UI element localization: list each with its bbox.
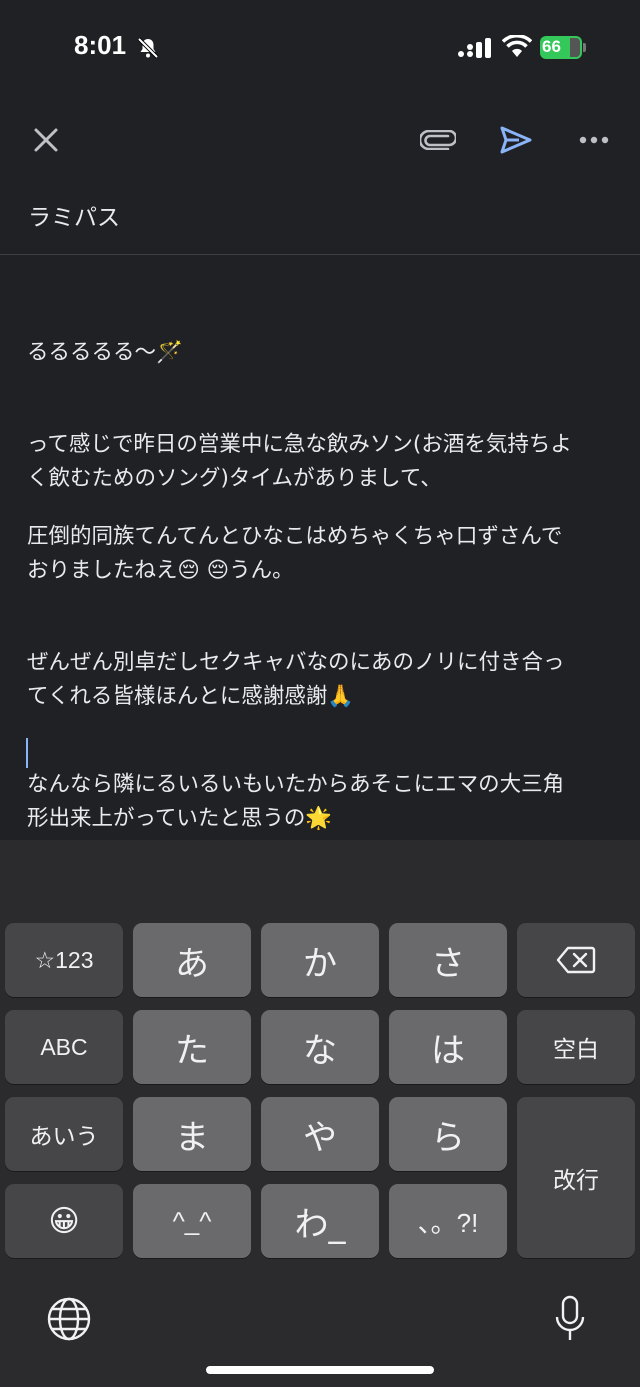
enter-key[interactable]: 改行 xyxy=(517,1097,635,1258)
more-horizontal-icon xyxy=(579,136,609,144)
key-ma[interactable]: ま xyxy=(133,1097,251,1171)
key-ta[interactable]: た xyxy=(133,1010,251,1084)
key-ha[interactable]: は xyxy=(389,1010,507,1084)
battery-level: 66 xyxy=(542,37,561,56)
body-line: く飲むためのソング)タイムがありまして、 xyxy=(27,466,442,491)
body-line: ぜんぜん別卓だしセクキャバなのにあのノリに付き合っ xyxy=(27,650,565,675)
kana-mode-key[interactable]: あいう xyxy=(5,1097,123,1171)
microphone-button[interactable] xyxy=(543,1290,597,1348)
send-icon xyxy=(500,126,532,154)
body-line: 圧倒的同族てんてんとひなこはめちゃくちゃ口ずさんで xyxy=(27,524,563,549)
punctuation-key[interactable]: 、。?! xyxy=(389,1184,507,1258)
battery-indicator: 66 xyxy=(540,36,588,59)
body-line: なんなら隣にるいるいもいたからあそこにエマの大三角 xyxy=(27,772,565,797)
key-ya[interactable]: や xyxy=(261,1097,379,1171)
key-wa[interactable]: わ_ xyxy=(261,1184,379,1258)
key-ra[interactable]: ら xyxy=(389,1097,507,1171)
bell-slash-icon xyxy=(137,37,159,59)
attach-button[interactable] xyxy=(414,100,462,180)
abc-key[interactable]: ABC xyxy=(5,1010,123,1084)
backspace-key[interactable] xyxy=(517,923,635,997)
divider xyxy=(0,254,640,255)
close-button[interactable] xyxy=(22,100,70,180)
body-line: 形出来上がっていたと思うの🌟 xyxy=(27,806,333,831)
paperclip-icon xyxy=(420,130,456,150)
wifi-icon xyxy=(502,35,532,57)
globe-icon xyxy=(47,1297,91,1341)
more-options-button[interactable] xyxy=(570,100,618,180)
microphone-icon xyxy=(555,1295,585,1340)
subject-field[interactable]: ラミパス xyxy=(28,198,120,232)
home-indicator[interactable] xyxy=(206,1366,434,1374)
key-na[interactable]: な xyxy=(261,1010,379,1084)
send-button[interactable] xyxy=(492,100,540,180)
cellular-signal-icon xyxy=(458,38,491,58)
body-line: るるるるる〜🪄 xyxy=(27,340,183,365)
body-line: って感じで昨日の営業中に急な飲みソン(お酒を気持ちよ xyxy=(27,432,572,457)
text-cursor xyxy=(26,738,28,768)
status-time: 8:01 xyxy=(74,30,127,60)
compose-toolbar xyxy=(0,100,640,180)
keyboard: ☆123 あ か さ ABC た な は 空白 あいう ま や ら 改行 😀 ^… xyxy=(0,840,640,1387)
globe-button[interactable] xyxy=(40,1290,98,1348)
key-a[interactable]: あ xyxy=(133,923,251,997)
status-bar: 8:01 66 xyxy=(0,0,640,96)
backspace-icon xyxy=(556,946,596,974)
space-key[interactable]: 空白 xyxy=(517,1010,635,1084)
emoji-key[interactable]: 😀 xyxy=(5,1184,123,1258)
key-ka[interactable]: か xyxy=(261,923,379,997)
key-sa[interactable]: さ xyxy=(389,923,507,997)
symbols-key[interactable]: ☆123 xyxy=(5,923,123,997)
kaomoji-key[interactable]: ^_^ xyxy=(133,1184,251,1258)
body-line: おりましたねえ😔 😔うん。 xyxy=(27,558,294,583)
body-line: てくれる皆様ほんとに感謝感謝🙏 xyxy=(27,684,355,709)
close-icon xyxy=(34,128,58,152)
